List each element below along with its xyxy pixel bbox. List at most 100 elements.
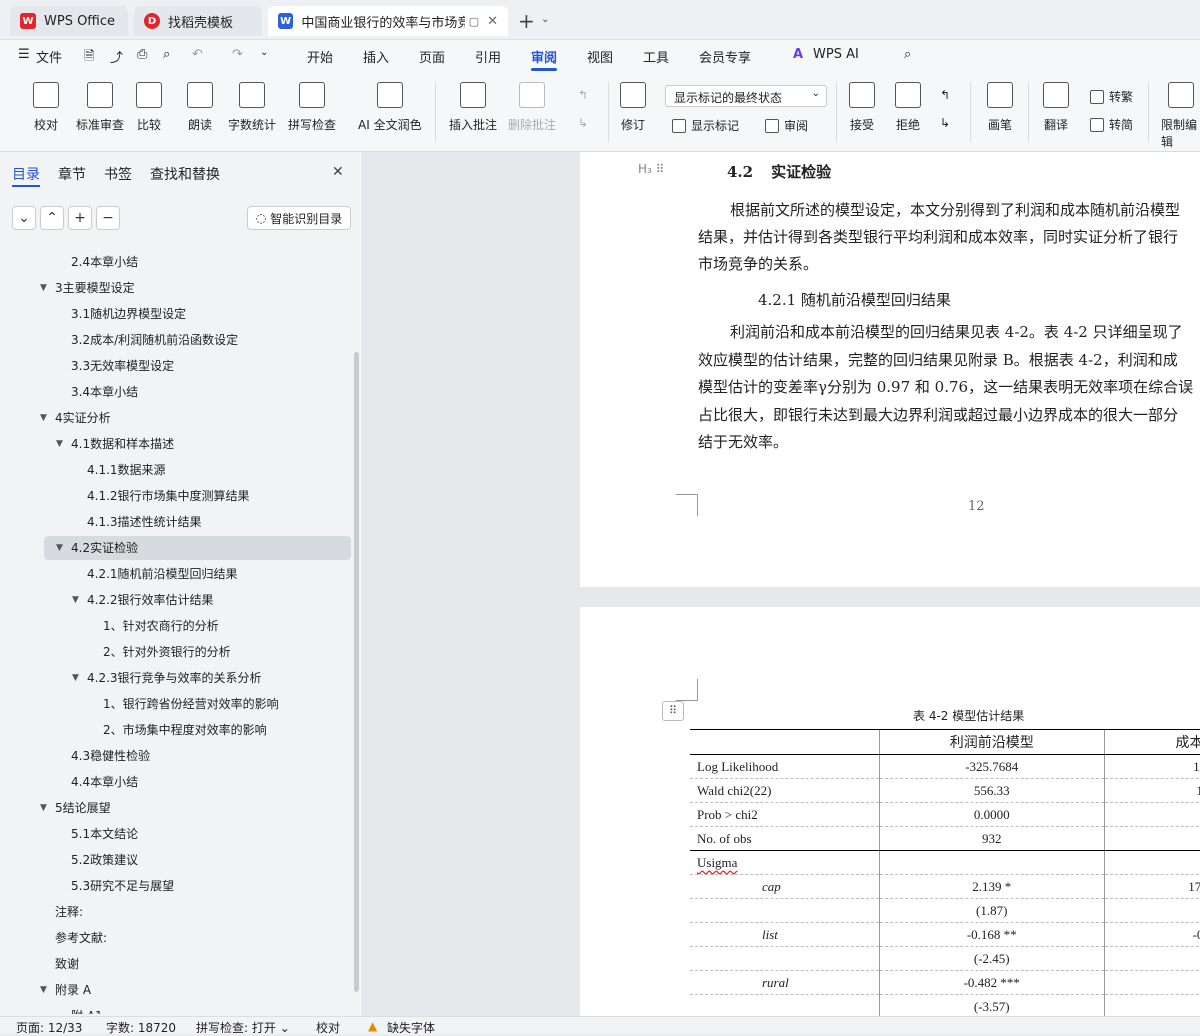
next-change-icon[interactable]: ↳ bbox=[940, 116, 950, 130]
prev-change-icon[interactable]: ↰ bbox=[940, 88, 950, 102]
toc-item[interactable]: 4.1.2银行市场集中度测算结果 bbox=[87, 484, 250, 508]
toc-item[interactable]: 4.2.1随机前沿模型回归结果 bbox=[87, 562, 238, 586]
tab-toc[interactable]: 目录 bbox=[12, 164, 40, 184]
save-icon[interactable]: 🗎 bbox=[84, 47, 94, 69]
toc-item[interactable]: ▼4.2.2银行效率估计结果 bbox=[87, 588, 214, 612]
spell-check-button[interactable]: 拼写检查 bbox=[288, 82, 336, 133]
proof-status[interactable]: 校对 bbox=[316, 1019, 340, 1036]
toc-item[interactable]: 3.4本章小结 bbox=[71, 380, 138, 404]
revise-button[interactable]: 修订 bbox=[620, 82, 646, 133]
tab-bookmarks[interactable]: 书签 bbox=[104, 164, 132, 184]
toc-item[interactable]: 致谢 bbox=[55, 952, 79, 976]
display-mode-select[interactable]: 显示标记的最终状态 ⌄ bbox=[665, 85, 827, 107]
toc-item[interactable]: 5.2政策建议 bbox=[71, 848, 138, 872]
translate-button[interactable]: 翻译 bbox=[1043, 82, 1069, 133]
word-count-button[interactable]: 字数统计 bbox=[228, 82, 276, 133]
expand-arrow-icon[interactable]: ▼ bbox=[56, 536, 63, 560]
menu-review[interactable]: 审阅 bbox=[531, 47, 557, 66]
read-aloud-button[interactable]: 朗读 bbox=[187, 82, 213, 133]
collapse-button[interactable]: ⌄ bbox=[12, 206, 36, 230]
smart-toc-button[interactable]: ◌ 智能识别目录 bbox=[247, 206, 351, 230]
toc-item[interactable]: ▼4实证分析 bbox=[55, 406, 111, 430]
toc-item[interactable]: 注释: bbox=[55, 900, 83, 924]
menu-reference[interactable]: 引用 bbox=[475, 47, 501, 66]
toc-item[interactable]: ▼附录 A bbox=[55, 978, 91, 1002]
search-icon[interactable]: ⌕ bbox=[904, 47, 911, 62]
review-pane-button[interactable]: 审阅 bbox=[765, 117, 808, 134]
toc-item[interactable]: 1、针对农商行的分析 bbox=[103, 614, 219, 638]
toc-item[interactable]: 附 A1 bbox=[71, 1004, 103, 1014]
tab-find-replace[interactable]: 查找和替换 bbox=[150, 164, 220, 184]
insert-comment-button[interactable]: 插入批注 bbox=[449, 82, 497, 133]
toc-item[interactable]: 4.3稳健性检验 bbox=[71, 744, 150, 768]
pen-button[interactable]: 画笔 bbox=[987, 82, 1013, 133]
expand-arrow-icon[interactable]: ▼ bbox=[72, 588, 79, 612]
toc-item[interactable]: 4.1.3描述性统计结果 bbox=[87, 510, 202, 534]
window-icon[interactable]: ▢ bbox=[469, 15, 479, 28]
proof-button[interactable]: 校对 bbox=[33, 82, 59, 133]
new-tab-icon[interactable]: + bbox=[518, 9, 535, 33]
to-simplified-button[interactable]: 转简 bbox=[1090, 116, 1133, 133]
toc-item[interactable]: 参考文献: bbox=[55, 926, 107, 950]
add-level-button[interactable]: + bbox=[68, 206, 92, 230]
page-indicator[interactable]: 页面: 12/33 bbox=[16, 1019, 82, 1036]
table-handle-icon[interactable]: ⠿ bbox=[662, 701, 684, 721]
remove-level-button[interactable]: − bbox=[96, 206, 120, 230]
toc-item[interactable]: ▼4.1数据和样本描述 bbox=[71, 432, 174, 456]
expand-arrow-icon[interactable]: ▼ bbox=[40, 796, 47, 820]
toc-item[interactable]: 2、针对外资银行的分析 bbox=[103, 640, 231, 664]
toc-item[interactable]: 5.3研究不足与展望 bbox=[71, 874, 174, 898]
ai-polish-button[interactable]: AI 全文润色 bbox=[358, 82, 422, 133]
toc-item[interactable]: 2、市场集中程度对效率的影响 bbox=[103, 718, 267, 742]
expand-arrow-icon[interactable]: ▼ bbox=[72, 666, 79, 690]
menu-wps-ai[interactable]: WPS AI bbox=[813, 47, 859, 62]
menu-member[interactable]: 会员专享 bbox=[699, 47, 751, 66]
toc-item[interactable]: 3.1随机边界模型设定 bbox=[71, 302, 186, 326]
toc-item[interactable]: 3.3无效率模型设定 bbox=[71, 354, 174, 378]
tab-document[interactable]: W 中国商业银行的效率与市场竞 ▢ ✕ bbox=[268, 6, 508, 36]
toc-item[interactable]: 4.1.1数据来源 bbox=[87, 458, 166, 482]
toc-item[interactable]: 1、银行跨省份经营对效率的影响 bbox=[103, 692, 279, 716]
toc-item[interactable]: 3.2成本/利润随机前沿函数设定 bbox=[71, 328, 238, 352]
missing-font[interactable]: 缺失字体 bbox=[387, 1019, 435, 1036]
spell-check-status[interactable]: 拼写检查: 打开 ⌄ bbox=[196, 1019, 290, 1036]
accept-button[interactable]: 接受 bbox=[849, 82, 875, 133]
close-icon[interactable]: ✕ bbox=[487, 14, 498, 29]
tab-chapters[interactable]: 章节 bbox=[58, 164, 86, 184]
print-preview-icon[interactable]: ⌕ bbox=[163, 47, 170, 62]
menu-file[interactable]: 文件 bbox=[36, 47, 62, 66]
next-comment-icon[interactable]: ↳ bbox=[578, 116, 588, 130]
menu-home[interactable]: 开始 bbox=[307, 47, 333, 66]
to-traditional-button[interactable]: 转繁 bbox=[1090, 88, 1133, 105]
close-icon[interactable]: ✕ bbox=[332, 164, 344, 180]
chevron-down-icon[interactable]: ⌄ bbox=[260, 47, 268, 58]
tab-wps-office[interactable]: W WPS Office bbox=[10, 6, 128, 36]
undo-icon[interactable]: ↶ bbox=[192, 47, 203, 62]
word-count[interactable]: 字数: 18720 bbox=[106, 1019, 176, 1036]
expand-arrow-icon[interactable]: ▼ bbox=[40, 406, 47, 430]
toc-item[interactable]: 5.1本文结论 bbox=[71, 822, 138, 846]
menu-tools[interactable]: 工具 bbox=[643, 47, 669, 66]
standard-review-button[interactable]: 标准审查 bbox=[76, 82, 124, 133]
chevron-down-icon[interactable]: ⌄ bbox=[541, 14, 549, 25]
heading-style-icon[interactable]: H₃ ⠿ bbox=[638, 162, 664, 176]
expand-arrow-icon[interactable]: ▼ bbox=[56, 432, 63, 456]
toc-item[interactable]: 4.4本章小结 bbox=[71, 770, 138, 794]
expand-arrow-icon[interactable]: ▼ bbox=[40, 276, 47, 300]
toc-item[interactable]: ▼5结论展望 bbox=[55, 796, 111, 820]
print-icon[interactable]: ⎙ bbox=[137, 47, 147, 62]
expand-button[interactable]: ⌃ bbox=[40, 206, 64, 230]
share-icon[interactable]: ⤴ bbox=[110, 47, 123, 66]
compare-button[interactable]: 比较 bbox=[136, 82, 162, 133]
menu-view[interactable]: 视图 bbox=[587, 47, 613, 66]
restrict-edit-button[interactable]: 限制编辑 bbox=[1161, 82, 1200, 150]
prev-comment-icon[interactable]: ↰ bbox=[578, 88, 588, 102]
tab-template[interactable]: D 找稻壳模板 bbox=[134, 6, 262, 36]
hamburger-icon[interactable]: ☰ bbox=[18, 47, 30, 62]
toc-item[interactable]: 2.4本章小结 bbox=[71, 250, 138, 274]
reject-button[interactable]: 拒绝 bbox=[895, 82, 921, 133]
toc-item[interactable]: ▼3主要模型设定 bbox=[55, 276, 135, 300]
menu-page[interactable]: 页面 bbox=[419, 47, 445, 66]
menu-insert[interactable]: 插入 bbox=[363, 47, 389, 66]
scrollbar[interactable] bbox=[354, 352, 359, 992]
